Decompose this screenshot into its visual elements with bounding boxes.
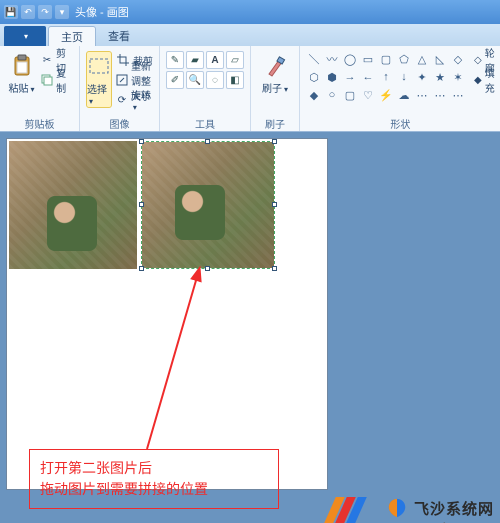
group-tools-label: 工具: [166, 116, 244, 130]
brush-label: 刷子: [262, 80, 288, 95]
scissors-icon: ✂: [41, 53, 53, 67]
shape-rtriangle-icon[interactable]: ◺: [432, 51, 448, 67]
rotate-icon: ⟳: [116, 93, 128, 107]
annotation-arrow: [67, 259, 267, 479]
resize-icon: [116, 73, 128, 87]
watermark-slashes: [330, 497, 370, 523]
text-tool-icon[interactable]: A: [206, 51, 224, 69]
brush-button[interactable]: 刷子: [257, 51, 293, 95]
shape-line-icon[interactable]: ＼: [306, 51, 322, 67]
shape-star5-icon[interactable]: ★: [432, 69, 448, 85]
select-label: 选择: [87, 81, 111, 107]
selection-handle[interactable]: [272, 202, 277, 207]
shape-callout1-icon[interactable]: ◆: [306, 87, 322, 103]
pasted-image-2-selected[interactable]: [141, 141, 275, 269]
shape-arrowu-icon[interactable]: ↑: [378, 69, 394, 85]
tab-view[interactable]: 查看: [96, 26, 142, 46]
file-menu-button[interactable]: [4, 26, 46, 46]
shape-hexagon-icon[interactable]: ⬢: [324, 69, 340, 85]
selection-handle[interactable]: [205, 139, 210, 144]
picker-tool-icon[interactable]: ✐: [166, 71, 184, 89]
annotation-line2: 拖动图片到需要拼接的位置: [40, 479, 268, 500]
group-image-label: 图像: [86, 116, 153, 130]
quick-access-toolbar: 💾 ↶ ↷ ▾: [4, 5, 69, 19]
zoom-tool-icon[interactable]: 🔍: [186, 71, 204, 89]
rotate-button[interactable]: ⟳旋转: [116, 91, 153, 109]
outline-icon: ◇: [474, 55, 482, 66]
pasted-image-1[interactable]: [9, 141, 137, 269]
shape-oval-icon[interactable]: ◯: [342, 51, 358, 67]
shape-fill-button[interactable]: ◆填充: [474, 71, 495, 89]
shape-arrowd-icon[interactable]: ↓: [396, 69, 412, 85]
bucket-tool-icon[interactable]: ▰: [186, 51, 204, 69]
ribbon: 粘贴 ✂剪切 复制 剪贴板 选择 裁剪 重新调整大小 ⟳旋转 图像 ✎: [0, 46, 500, 132]
selection-handle[interactable]: [139, 266, 144, 271]
selection-handle[interactable]: [205, 266, 210, 271]
shape-callout3-icon[interactable]: ▢: [342, 87, 358, 103]
pencil-tool-icon[interactable]: ✎: [166, 51, 184, 69]
group-clipboard: 粘贴 ✂剪切 复制 剪贴板: [0, 46, 80, 131]
selection-handle[interactable]: [139, 139, 144, 144]
shape-rect-icon[interactable]: ▭: [360, 51, 376, 67]
shape-triangle-icon[interactable]: △: [414, 51, 430, 67]
save-icon[interactable]: 💾: [4, 5, 18, 19]
group-brush: 刷子 刷子: [251, 46, 300, 131]
shape-star4-icon[interactable]: ✦: [414, 69, 430, 85]
tool-grid: ✎ ▰ A ▱ ✐ 🔍 ◌ ◧: [166, 51, 244, 89]
copy-icon: [41, 73, 53, 87]
shape-roundrect-icon[interactable]: ▢: [378, 51, 394, 67]
shape-bolt-icon[interactable]: ⚡: [378, 87, 394, 103]
shape-curve-icon[interactable]: 〰: [324, 51, 340, 67]
group-image: 选择 裁剪 重新调整大小 ⟳旋转 图像: [80, 46, 160, 131]
ribbon-tabstrip: 主页 查看: [0, 24, 500, 46]
shape-star6-icon[interactable]: ✶: [450, 69, 466, 85]
shape-arrowr-icon[interactable]: →: [342, 69, 358, 85]
watermark-text: 飞沙系统网: [414, 498, 494, 519]
shape-gallery[interactable]: ＼ 〰 ◯ ▭ ▢ ⬠ △ ◺ ◇ ⬡ ⬢ → ← ↑ ↓ ✦ ★ ✶ ◆ ○: [306, 51, 466, 103]
marquee-icon: [87, 55, 111, 79]
tab-home[interactable]: 主页: [48, 26, 96, 46]
shape-arrowl-icon[interactable]: ←: [360, 69, 376, 85]
crop-icon: [116, 53, 130, 67]
selection-handle[interactable]: [272, 139, 277, 144]
brush-icon: [263, 54, 287, 78]
shape-diamond-icon[interactable]: ◇: [450, 51, 466, 67]
selection-handle[interactable]: [272, 266, 277, 271]
group-brush-label: 刷子: [257, 116, 293, 130]
watermark-logo-icon: [386, 497, 408, 519]
selection-handle[interactable]: [139, 202, 144, 207]
eraser-tool-icon[interactable]: ▱: [226, 51, 244, 69]
clipboard-icon: [10, 54, 34, 78]
tool-extra2-icon[interactable]: ◧: [226, 71, 244, 89]
shape-pentagon-icon[interactable]: ⬡: [306, 69, 322, 85]
fill-icon: ◆: [474, 75, 482, 86]
group-shapes-label: 形状: [306, 116, 495, 130]
paste-label: 粘贴: [9, 80, 35, 95]
shape-more3-icon[interactable]: ⋯: [450, 87, 466, 103]
work-area: 打开第二张图片后 拖动图片到需要拼接的位置 飞沙系统网 www.fs0745.c…: [0, 132, 500, 523]
window-titlebar: 💾 ↶ ↷ ▾ 头像 - 画图: [0, 0, 500, 24]
paste-button[interactable]: 粘贴: [6, 51, 37, 95]
group-shapes: ＼ 〰 ◯ ▭ ▢ ⬠ △ ◺ ◇ ⬡ ⬢ → ← ↑ ↓ ✦ ★ ✶ ◆ ○: [300, 46, 500, 131]
qat-dropdown-icon[interactable]: ▾: [55, 5, 69, 19]
shape-more2-icon[interactable]: ⋯: [432, 87, 448, 103]
window-title: 头像 - 画图: [75, 4, 129, 20]
shape-heart-icon[interactable]: ♡: [360, 87, 376, 103]
shape-cloud-icon[interactable]: ☁: [396, 87, 412, 103]
annotation-box: 打开第二张图片后 拖动图片到需要拼接的位置: [29, 449, 279, 509]
group-tools: ✎ ▰ A ▱ ✐ 🔍 ◌ ◧ 工具: [160, 46, 251, 131]
watermark: 飞沙系统网 www.fs0745.com: [386, 497, 494, 519]
copy-button[interactable]: 复制: [41, 71, 73, 89]
shape-callout2-icon[interactable]: ○: [324, 87, 340, 103]
group-clipboard-label: 剪贴板: [6, 116, 73, 130]
undo-icon[interactable]: ↶: [21, 5, 35, 19]
shape-polygon-icon[interactable]: ⬠: [396, 51, 412, 67]
select-button[interactable]: 选择: [86, 51, 112, 108]
tool-extra1-icon[interactable]: ◌: [206, 71, 224, 89]
shape-more1-icon[interactable]: ⋯: [414, 87, 430, 103]
redo-icon[interactable]: ↷: [38, 5, 52, 19]
annotation-line1: 打开第二张图片后: [40, 458, 268, 479]
canvas[interactable]: 打开第二张图片后 拖动图片到需要拼接的位置: [6, 138, 328, 490]
